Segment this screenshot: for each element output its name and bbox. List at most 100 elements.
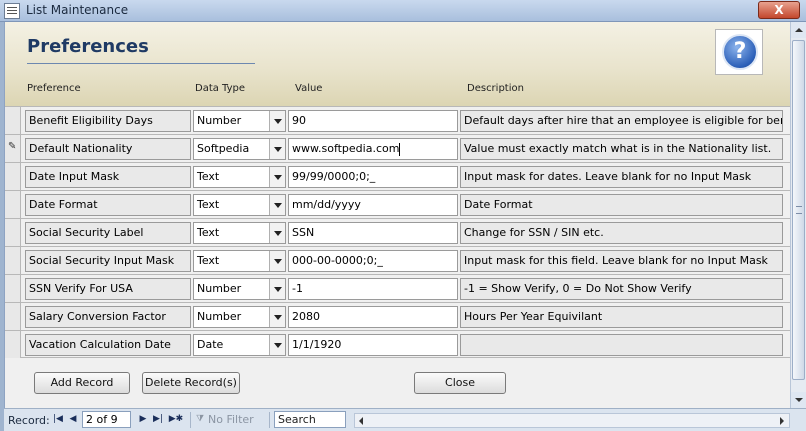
- data-type-combo[interactable]: Text: [193, 194, 286, 216]
- description-field[interactable]: Value must exactly match what is in the …: [460, 138, 783, 160]
- data-type-value: Number: [197, 310, 242, 323]
- horizontal-scrollbar[interactable]: [354, 413, 790, 428]
- data-type-value: Text: [197, 170, 220, 183]
- table-row: Benefit Eligibility Days Number 90 Defau…: [5, 106, 791, 134]
- data-type-combo[interactable]: Number: [193, 278, 286, 300]
- description-field[interactable]: [460, 334, 783, 356]
- value-field[interactable]: 90: [288, 110, 458, 132]
- preference-field[interactable]: SSN Verify For USA: [25, 278, 191, 300]
- record-label: Record:: [8, 414, 50, 427]
- data-type-value: Text: [197, 226, 220, 239]
- value-field[interactable]: 1/1/1920: [288, 334, 458, 356]
- value-field[interactable]: 99/99/0000;0;_: [288, 166, 458, 188]
- data-type-value: Number: [197, 114, 242, 127]
- chevron-down-icon[interactable]: [269, 251, 285, 271]
- pencil-icon: ✎: [8, 141, 17, 152]
- description-field[interactable]: Input mask for this field. Leave blank f…: [460, 250, 783, 272]
- help-button[interactable]: ?: [715, 29, 763, 75]
- chevron-down-icon[interactable]: [269, 307, 285, 327]
- window-close-button[interactable]: X: [758, 1, 800, 19]
- nav-divider: [190, 412, 191, 428]
- record-selector[interactable]: [5, 163, 21, 190]
- delete-records-button[interactable]: Delete Record(s): [142, 372, 240, 394]
- value-field[interactable]: 000-00-0000;0;_: [288, 250, 458, 272]
- preference-field[interactable]: Salary Conversion Factor: [25, 306, 191, 328]
- record-selector[interactable]: [5, 303, 21, 330]
- preference-field[interactable]: Benefit Eligibility Days: [25, 110, 191, 132]
- chevron-down-icon[interactable]: [269, 195, 285, 215]
- record-selector[interactable]: [5, 247, 21, 274]
- preference-field[interactable]: Date Input Mask: [25, 166, 191, 188]
- value-field[interactable]: 2080: [288, 306, 458, 328]
- data-type-combo[interactable]: Number: [193, 306, 286, 328]
- scrollbar-thumb[interactable]: [792, 40, 805, 380]
- value-field[interactable]: -1: [288, 278, 458, 300]
- record-selector[interactable]: ✎: [5, 135, 21, 162]
- data-type-combo[interactable]: Text: [193, 250, 286, 272]
- description-field[interactable]: Change for SSN / SIN etc.: [460, 222, 783, 244]
- table-row: Date Input Mask Text 99/99/0000;0;_ Inpu…: [5, 162, 791, 190]
- preference-field[interactable]: Vacation Calculation Date: [25, 334, 191, 356]
- record-selector[interactable]: [5, 191, 21, 218]
- description-field[interactable]: -1 = Show Verify, 0 = Do Not Show Verify: [460, 278, 783, 300]
- preferences-list: Benefit Eligibility Days Number 90 Defau…: [5, 106, 791, 358]
- data-type-combo[interactable]: Text: [193, 166, 286, 188]
- chevron-down-icon[interactable]: [269, 335, 285, 355]
- close-button[interactable]: Close: [414, 372, 506, 394]
- question-mark-icon: ?: [722, 34, 758, 70]
- data-type-value: Date: [197, 338, 224, 351]
- chevron-down-icon[interactable]: [269, 139, 285, 159]
- new-record-icon[interactable]: ▶✱: [167, 413, 185, 426]
- scroll-right-arrow-icon[interactable]: [774, 414, 789, 427]
- preference-field[interactable]: Social Security Label: [25, 222, 191, 244]
- chevron-down-icon[interactable]: [269, 167, 285, 187]
- search-input[interactable]: Search: [274, 411, 346, 428]
- description-field[interactable]: Date Format: [460, 194, 783, 216]
- record-selector[interactable]: [5, 219, 21, 246]
- preference-field[interactable]: Date Format: [25, 194, 191, 216]
- scroll-left-arrow-icon[interactable]: [355, 414, 370, 427]
- current-record-input[interactable]: 2 of 9: [82, 411, 131, 428]
- description-field[interactable]: Hours Per Year Equivilant: [460, 306, 783, 328]
- chevron-down-icon[interactable]: [269, 279, 285, 299]
- chevron-down-icon[interactable]: [269, 111, 285, 131]
- value-text: www.softpedia.com: [292, 142, 400, 155]
- preference-field[interactable]: Default Nationality: [25, 138, 191, 160]
- value-field[interactable]: www.softpedia.com: [288, 138, 458, 160]
- record-selector[interactable]: [5, 107, 21, 134]
- description-field[interactable]: Default days after hire that an employee…: [460, 110, 783, 132]
- table-row: Social Security Label Text SSN Change fo…: [5, 218, 791, 246]
- form-header: Preferences ? Preference Data Type Value…: [5, 22, 791, 106]
- data-type-value: Number: [197, 282, 242, 295]
- table-row: Social Security Input Mask Text 000-00-0…: [5, 246, 791, 274]
- previous-record-icon[interactable]: ◀: [67, 413, 79, 426]
- no-filter-label[interactable]: No Filter: [208, 413, 254, 426]
- data-type-combo[interactable]: Date: [193, 334, 286, 356]
- window-titlebar: List Maintenance X: [0, 0, 806, 22]
- table-row: Vacation Calculation Date Date 1/1/1920: [5, 330, 791, 358]
- data-type-value: Text: [197, 198, 220, 211]
- value-field[interactable]: mm/dd/yyyy: [288, 194, 458, 216]
- record-selector[interactable]: [5, 275, 21, 302]
- text-caret: [399, 142, 401, 156]
- data-type-combo[interactable]: Text: [193, 222, 286, 244]
- vertical-scrollbar[interactable]: [790, 22, 806, 408]
- table-row: Date Format Text mm/dd/yyyy Date Format: [5, 190, 791, 218]
- value-field[interactable]: SSN: [288, 222, 458, 244]
- next-record-icon[interactable]: ▶: [137, 413, 149, 426]
- column-header-data-type: Data Type: [195, 83, 246, 94]
- scroll-down-arrow-icon[interactable]: [791, 392, 806, 408]
- table-row: ✎ Default Nationality Softpedia www.soft…: [5, 134, 791, 162]
- list-icon: [4, 3, 20, 19]
- window-title: List Maintenance: [26, 3, 129, 17]
- data-type-combo[interactable]: Number: [193, 110, 286, 132]
- last-record-icon[interactable]: ▶|: [152, 413, 164, 426]
- preference-field[interactable]: Social Security Input Mask: [25, 250, 191, 272]
- add-record-button[interactable]: Add Record: [34, 372, 130, 394]
- chevron-down-icon[interactable]: [269, 223, 285, 243]
- first-record-icon[interactable]: |◀: [52, 413, 64, 426]
- scroll-up-arrow-icon[interactable]: [791, 22, 806, 38]
- record-selector[interactable]: [5, 331, 21, 358]
- description-field[interactable]: Input mask for dates. Leave blank for no…: [460, 166, 783, 188]
- data-type-combo[interactable]: Softpedia: [193, 138, 286, 160]
